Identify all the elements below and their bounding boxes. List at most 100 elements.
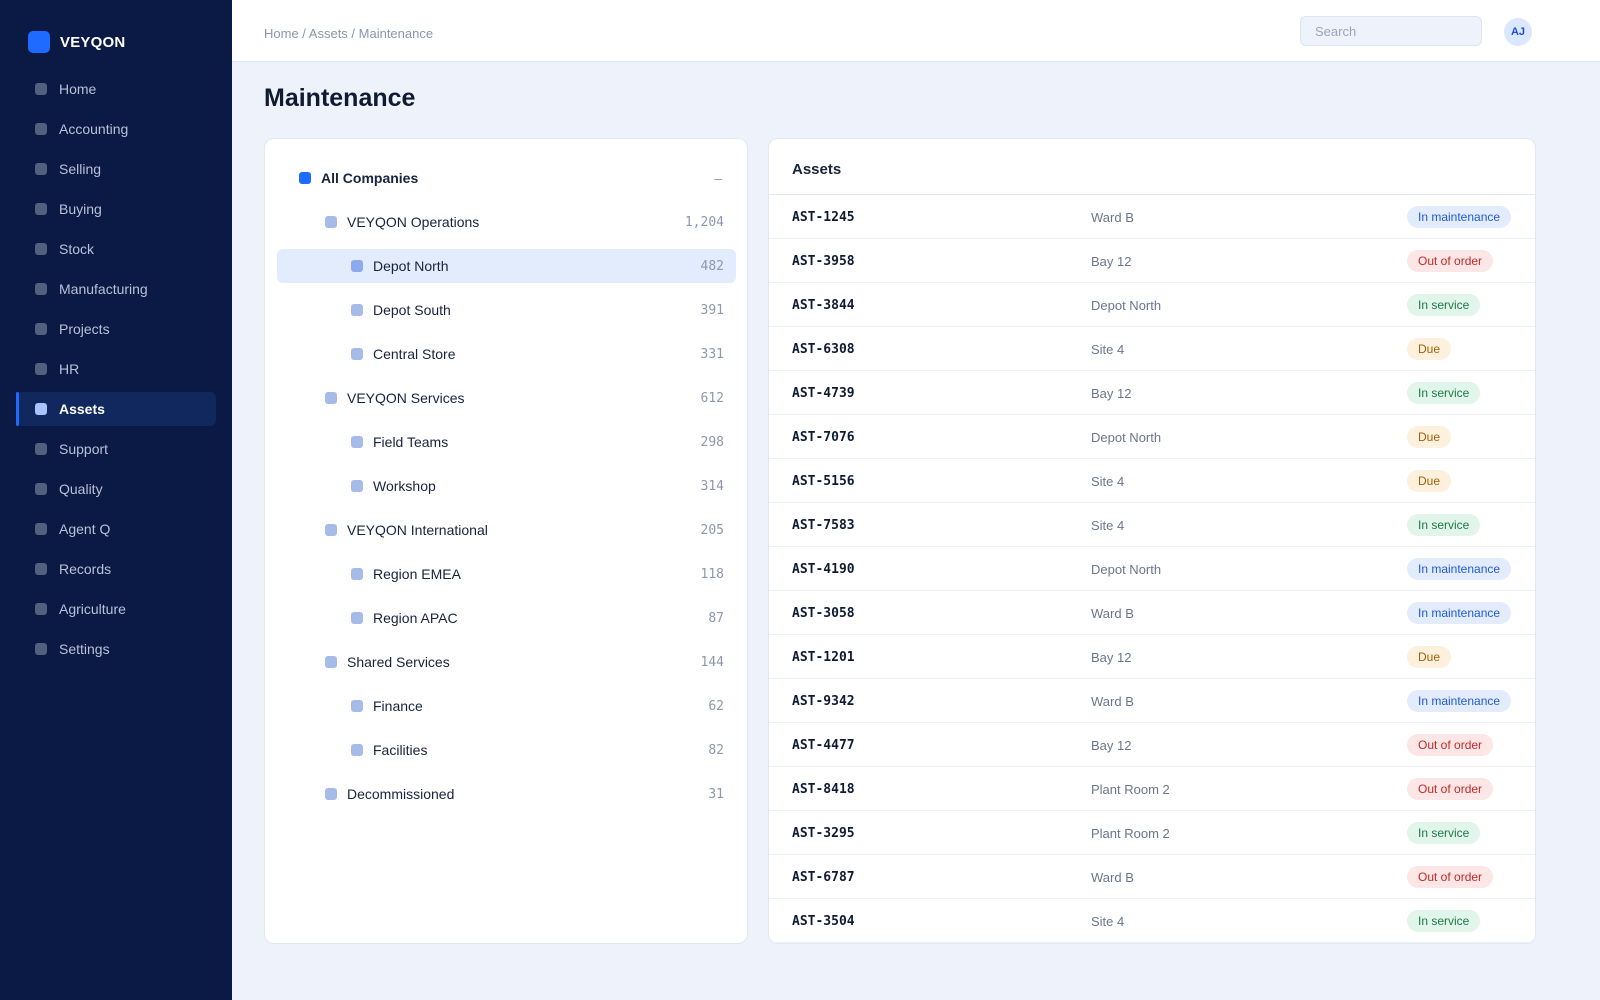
sidebar-item-assets[interactable]: Assets: [16, 392, 216, 426]
sidebar-item-label: Selling: [59, 161, 102, 177]
table-row[interactable]: AST-8418 Plant Room 2 Out of order: [769, 767, 1535, 811]
asset-id: AST-3058: [792, 606, 855, 621]
table-row[interactable]: AST-7076 Depot North Due: [769, 415, 1535, 459]
sidebar-item-agriculture[interactable]: Agriculture: [16, 592, 216, 626]
folder-icon: [351, 700, 363, 712]
accounting-icon: [35, 123, 47, 135]
tree-node-decommissioned[interactable]: Decommissioned 31: [277, 777, 736, 811]
sidebar-item-hr[interactable]: HR: [16, 352, 216, 386]
sidebar-item-selling[interactable]: Selling: [16, 152, 216, 186]
avatar[interactable]: AJ: [1504, 18, 1532, 46]
status-badge: Due: [1407, 426, 1452, 448]
collapse-icon[interactable]: –: [714, 170, 722, 186]
tree-node-count: 1,204: [684, 214, 724, 230]
asset-location: Site 4: [1091, 342, 1125, 357]
sidebar: VEYQON Home Accounting Selling Buying Stock M…: [0, 0, 232, 1000]
sidebar-item-buying[interactable]: Buying: [16, 192, 216, 226]
sidebar-item-label: Settings: [59, 641, 110, 657]
tree-node-count: 82: [708, 742, 724, 758]
sidebar-item-quality[interactable]: Quality: [16, 472, 216, 506]
sidebar-item-agent-q[interactable]: Agent Q: [16, 512, 216, 546]
brand[interactable]: VEYQON: [28, 31, 125, 53]
tree-node-field-teams[interactable]: Field Teams 298: [277, 425, 736, 459]
tree-node-label: Central Store: [373, 346, 456, 362]
tree-node-central-store[interactable]: Central Store 331: [277, 337, 736, 371]
status-badge: Out of order: [1407, 250, 1494, 272]
sidebar-item-label: Projects: [59, 321, 110, 337]
agriculture-icon: [35, 603, 47, 615]
table-row[interactable]: AST-3844 Depot North In service: [769, 283, 1535, 327]
tree-node-label: VEYQON Services: [347, 390, 465, 406]
tree-node-count: 31: [708, 786, 724, 802]
tree-node-count: 314: [700, 478, 724, 494]
tree-node-depot-south[interactable]: Depot South 391: [277, 293, 736, 327]
tree-node-depot-north[interactable]: Depot North 482: [277, 249, 736, 283]
sidebar-item-manufacturing[interactable]: Manufacturing: [16, 272, 216, 306]
table-row[interactable]: AST-1245 Ward B In maintenance: [769, 195, 1535, 239]
tree-node-veyqon-operations[interactable]: VEYQON Operations 1,204: [277, 205, 736, 239]
status-badge: Out of order: [1407, 778, 1494, 800]
page-title: Maintenance: [264, 84, 416, 112]
settings-icon: [35, 643, 47, 655]
tree-node-label: Finance: [373, 698, 423, 714]
asset-location: Depot North: [1091, 298, 1162, 313]
assets-icon: [35, 403, 47, 415]
asset-location: Plant Room 2: [1091, 782, 1170, 797]
sidebar-item-records[interactable]: Records: [16, 552, 216, 586]
table-row[interactable]: AST-5156 Site 4 Due: [769, 459, 1535, 503]
tree-node-shared-services[interactable]: Shared Services 144: [277, 645, 736, 679]
tree-node-label: Decommissioned: [347, 786, 455, 802]
asset-location: Depot North: [1091, 562, 1162, 577]
table-row[interactable]: AST-4190 Depot North In maintenance: [769, 547, 1535, 591]
table-row[interactable]: AST-3504 Site 4 In service: [769, 899, 1535, 943]
tree-node-label: Workshop: [373, 478, 436, 494]
table-row[interactable]: AST-3295 Plant Room 2 In service: [769, 811, 1535, 855]
selling-icon: [35, 163, 47, 175]
tree-node-veyqon-services[interactable]: VEYQON Services 612: [277, 381, 736, 415]
stock-icon: [35, 243, 47, 255]
breadcrumb[interactable]: Home / Assets / Maintenance: [264, 26, 433, 41]
tree-node-workshop[interactable]: Workshop 314: [277, 469, 736, 503]
status-badge: In service: [1407, 514, 1481, 536]
tree-node-count: 205: [700, 522, 724, 538]
status-badge: Out of order: [1407, 734, 1494, 756]
table-row[interactable]: AST-9342 Ward B In maintenance: [769, 679, 1535, 723]
search-input[interactable]: [1300, 16, 1482, 46]
tree-node-all-companies[interactable]: All Companies –: [277, 161, 736, 195]
sidebar-item-accounting[interactable]: Accounting: [16, 112, 216, 146]
top-bar: Home / Assets / Maintenance AJ: [232, 0, 1600, 62]
tree-node-veyqon-international[interactable]: VEYQON International 205: [277, 513, 736, 547]
folder-icon: [351, 304, 363, 316]
sidebar-item-projects[interactable]: Projects: [16, 312, 216, 346]
tree-node-label: Facilities: [373, 742, 428, 758]
tree-node-region-apac[interactable]: Region APAC 87: [277, 601, 736, 635]
table-row[interactable]: AST-3058 Ward B In maintenance: [769, 591, 1535, 635]
status-badge: In maintenance: [1407, 558, 1512, 580]
sidebar-item-stock[interactable]: Stock: [16, 232, 216, 266]
table-row[interactable]: AST-7583 Site 4 In service: [769, 503, 1535, 547]
agent-q-icon: [35, 523, 47, 535]
tree-node-region-emea[interactable]: Region EMEA 118: [277, 557, 736, 591]
table-row[interactable]: AST-6308 Site 4 Due: [769, 327, 1535, 371]
buying-icon: [35, 203, 47, 215]
asset-id: AST-5156: [792, 474, 855, 489]
table-row[interactable]: AST-4477 Bay 12 Out of order: [769, 723, 1535, 767]
folder-icon: [351, 480, 363, 492]
folder-icon: [351, 260, 363, 272]
tree-node-label: Region EMEA: [373, 566, 461, 582]
quality-icon: [35, 483, 47, 495]
sidebar-item-home[interactable]: Home: [16, 72, 216, 106]
table-row[interactable]: AST-6787 Ward B Out of order: [769, 855, 1535, 899]
tree-node-label: Field Teams: [373, 434, 449, 450]
sidebar-item-settings[interactable]: Settings: [16, 632, 216, 666]
tree-node-finance[interactable]: Finance 62: [277, 689, 736, 723]
table-row[interactable]: AST-1201 Bay 12 Due: [769, 635, 1535, 679]
sidebar-item-support[interactable]: Support: [16, 432, 216, 466]
tree-node-facilities[interactable]: Facilities 82: [277, 733, 736, 767]
tree-node-count: 612: [700, 390, 724, 406]
sidebar-item-label: Agriculture: [59, 601, 126, 617]
table-row[interactable]: AST-4739 Bay 12 In service: [769, 371, 1535, 415]
asset-id: AST-7583: [792, 518, 855, 533]
table-row[interactable]: AST-3958 Bay 12 Out of order: [769, 239, 1535, 283]
sidebar-item-label: Buying: [59, 201, 102, 217]
